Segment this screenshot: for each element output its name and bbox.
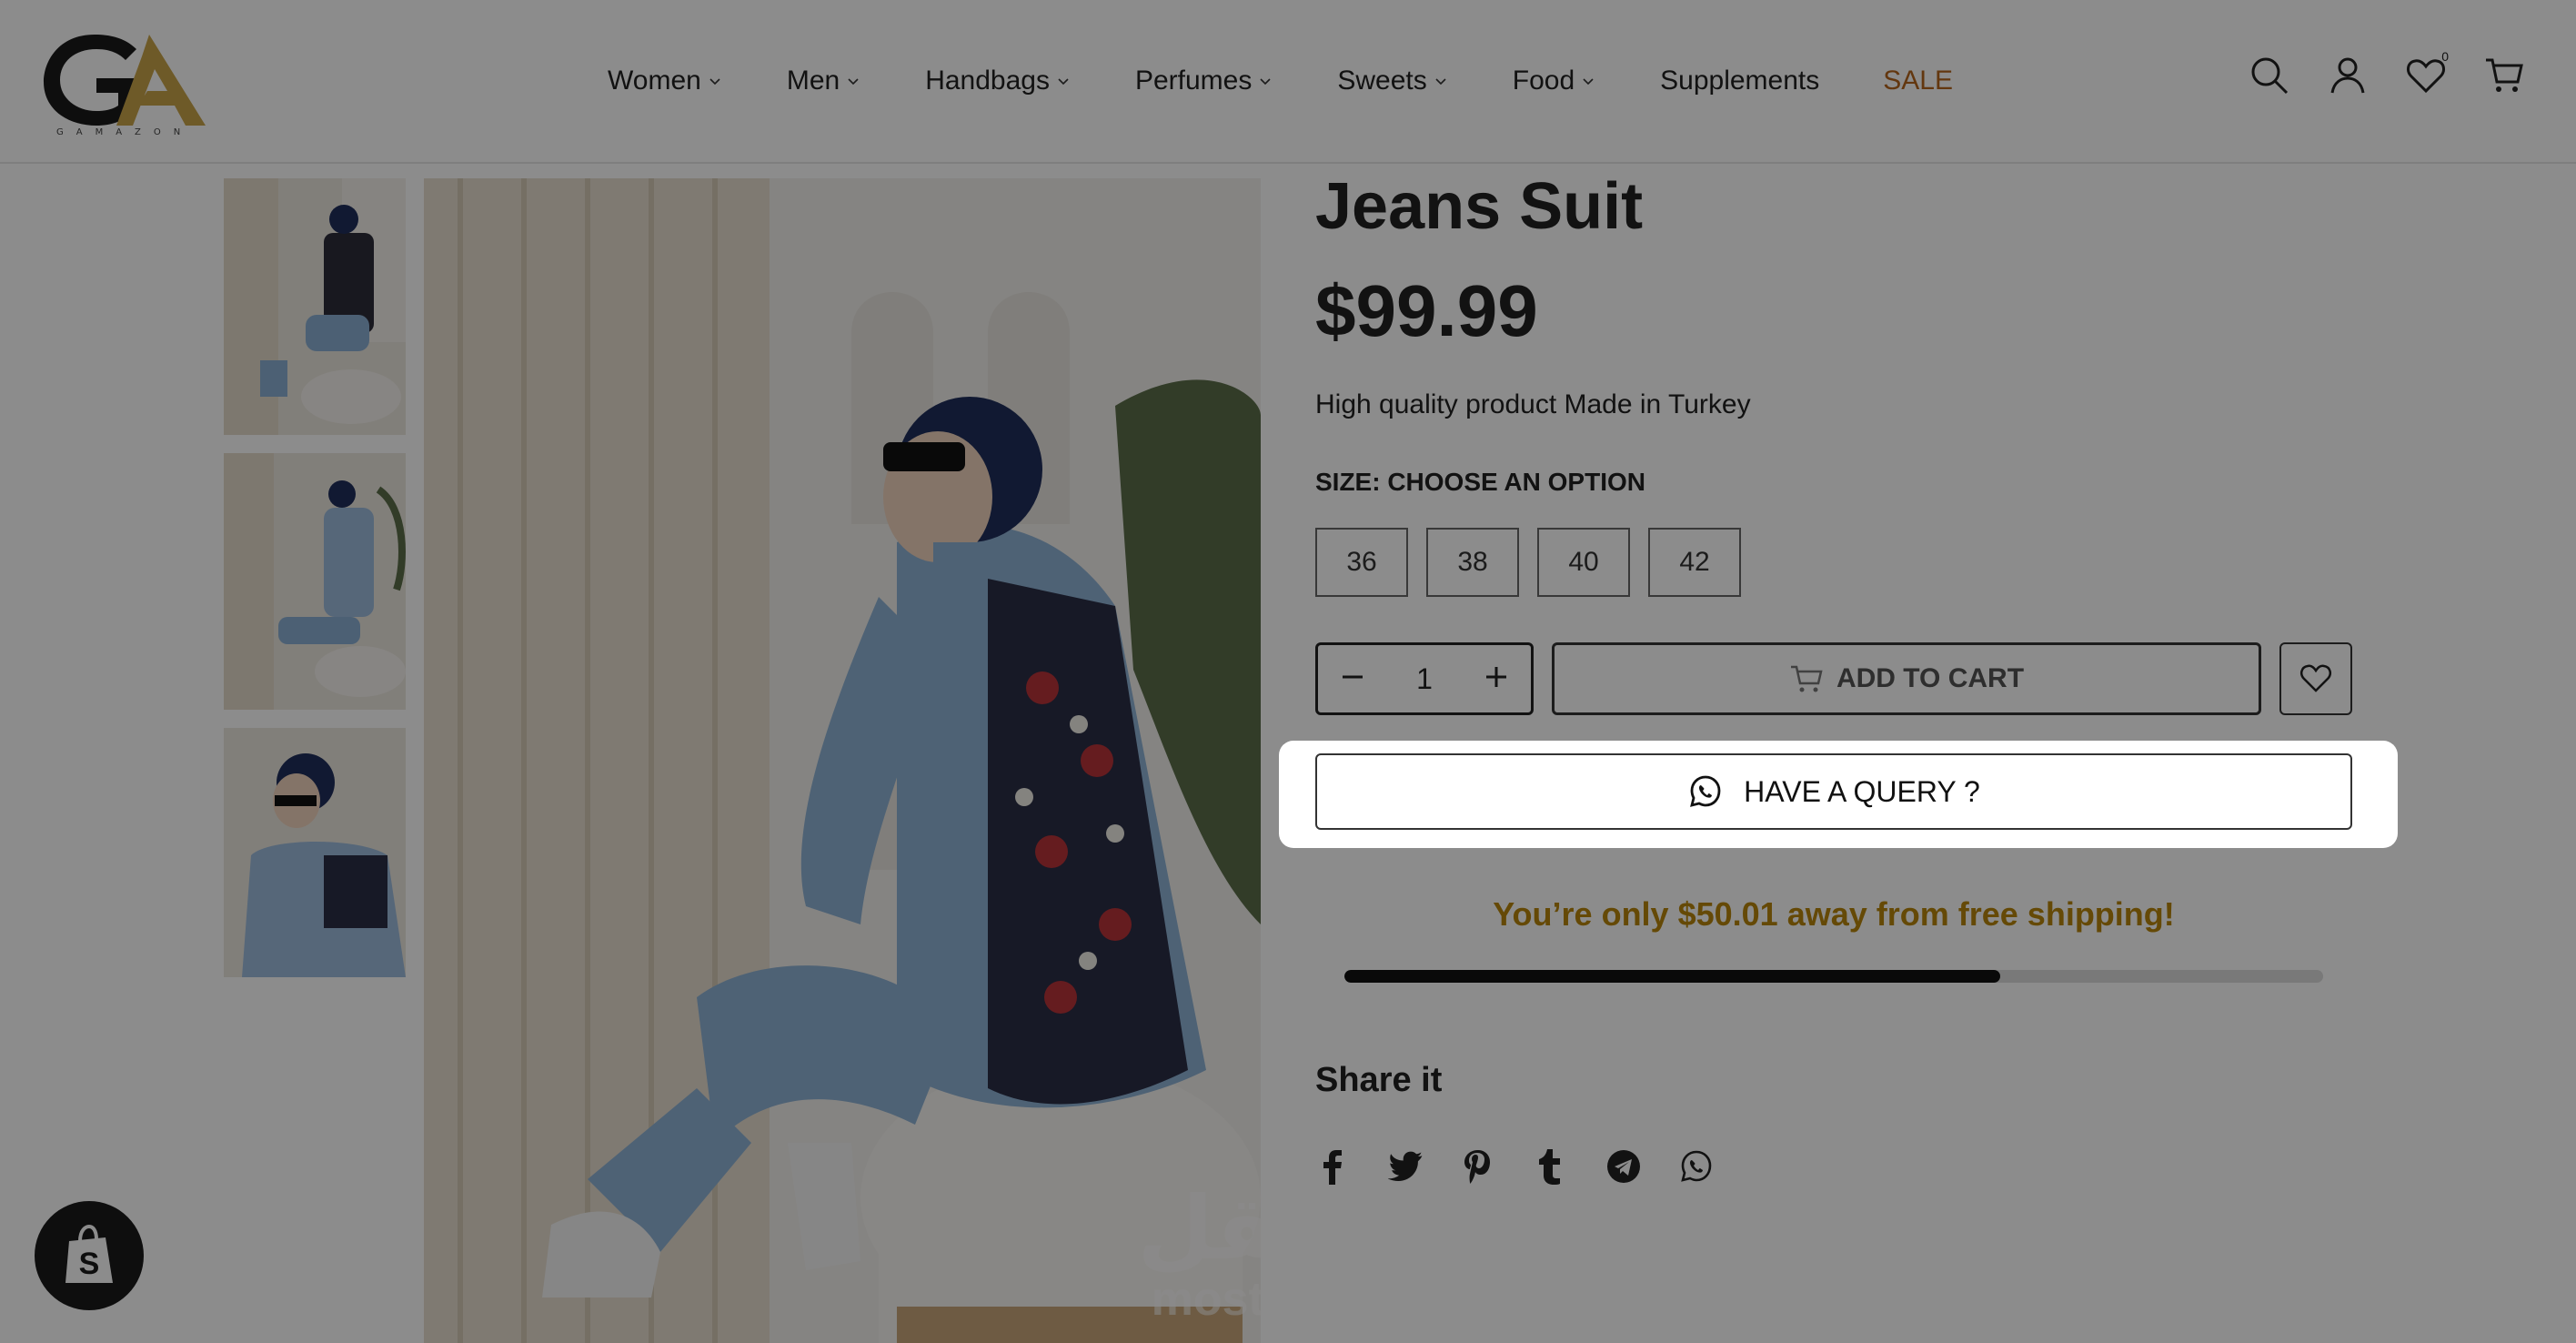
- thumbnail-3[interactable]: [224, 728, 406, 977]
- nav-label: Men: [786, 66, 840, 96]
- logo[interactable]: [40, 25, 213, 144]
- have-a-query-button[interactable]: HAVE A QUERY ?: [1315, 753, 2352, 830]
- size-option-42[interactable]: 42: [1648, 528, 1741, 597]
- chevron-down-icon: [1260, 78, 1271, 86]
- quantity-stepper: 1: [1315, 642, 1534, 715]
- pinterest-icon[interactable]: [1461, 1148, 1495, 1185]
- nav-label: Food: [1512, 66, 1575, 96]
- size-option-36[interactable]: 36: [1315, 528, 1408, 597]
- plus-icon: [1485, 667, 1506, 687]
- nav-men[interactable]: Men: [787, 66, 861, 96]
- search-icon[interactable]: [2249, 55, 2290, 96]
- shopify-badge[interactable]: S: [35, 1201, 144, 1310]
- increase-quantity-button[interactable]: [1478, 661, 1514, 697]
- nav-label: SALE: [1883, 66, 1953, 96]
- add-to-wishlist-button[interactable]: [2279, 642, 2352, 715]
- nav-label: Perfumes: [1134, 66, 1253, 96]
- free-shipping-progress-fill: [1344, 970, 2000, 983]
- logo-subtitle: GAMAZON: [56, 127, 194, 137]
- whatsapp-icon: [1690, 775, 1721, 807]
- free-shipping-message: You’re only $50.01 away from free shippi…: [1493, 895, 2175, 933]
- product-page: GAMAZON Women Men Handbags Perfumes Swee…: [0, 0, 2576, 1343]
- quantity-value[interactable]: 1: [1416, 662, 1433, 696]
- chevron-down-icon: [1058, 78, 1069, 86]
- size-label: SIZE: CHOOSE AN OPTION: [1315, 468, 1645, 496]
- add-to-cart-label: ADD TO CART: [1836, 663, 2025, 693]
- nav-sweets[interactable]: Sweets: [1337, 66, 1448, 96]
- header-icons: 0: [2249, 49, 2525, 96]
- chevron-down-icon: [709, 78, 720, 86]
- have-a-query-label: HAVE A QUERY ?: [1744, 774, 1980, 808]
- product-description: High quality product Made in Turkey: [1315, 389, 1751, 419]
- cart-icon[interactable]: [2483, 55, 2525, 96]
- wishlist-button[interactable]: 0: [2405, 49, 2449, 96]
- wishlist-count: 0: [2441, 49, 2449, 64]
- product-main-image[interactable]: [424, 178, 1261, 1343]
- size-options: 36 38 40 42: [1315, 528, 1741, 597]
- nav-label: Sweets: [1337, 66, 1427, 96]
- cart-icon: [1790, 665, 1823, 692]
- nav-food[interactable]: Food: [1513, 66, 1596, 96]
- heart-icon: [2299, 664, 2332, 692]
- minus-icon: [1343, 675, 1363, 679]
- heart-icon: [2407, 59, 2445, 94]
- decrease-quantity-button[interactable]: [1334, 661, 1371, 697]
- nav-label: Women: [608, 66, 701, 96]
- add-to-cart-button[interactable]: ADD TO CART: [1552, 642, 2261, 715]
- tumblr-icon[interactable]: [1534, 1148, 1568, 1185]
- product-price: $99.99: [1315, 270, 1538, 351]
- telegram-icon[interactable]: [1606, 1148, 1641, 1185]
- nav-supplements[interactable]: Supplements: [1660, 66, 1819, 96]
- account-icon[interactable]: [2327, 55, 2369, 96]
- nav-women[interactable]: Women: [608, 66, 723, 96]
- share-title: Share it: [1315, 1061, 1443, 1099]
- watermark: مستقل mostaql.com: [1133, 1183, 1461, 1325]
- shopify-bag-icon: S: [65, 1224, 113, 1283]
- chevron-down-icon: [848, 78, 859, 86]
- svg-text:S: S: [79, 1247, 100, 1281]
- watermark-arabic: مستقل: [1137, 1177, 1457, 1279]
- product-title: Jeans Suit: [1315, 170, 1644, 243]
- size-option-38[interactable]: 38: [1426, 528, 1519, 597]
- nav-sale[interactable]: SALE: [1883, 66, 1953, 96]
- thumbnail-1[interactable]: [224, 178, 406, 435]
- site-header: GAMAZON Women Men Handbags Perfumes Swee…: [0, 0, 2576, 164]
- nav-perfumes[interactable]: Perfumes: [1135, 66, 1273, 96]
- free-shipping-progress: [1344, 970, 2323, 983]
- nav-handbags[interactable]: Handbags: [925, 66, 1072, 96]
- size-option-40[interactable]: 40: [1537, 528, 1630, 597]
- chevron-down-icon: [1583, 78, 1594, 86]
- nav-label: Handbags: [925, 66, 1050, 96]
- thumbnail-2[interactable]: [224, 453, 406, 710]
- watermark-latin: mostaql.com: [1151, 1273, 1444, 1326]
- chevron-down-icon: [1435, 78, 1446, 86]
- main-nav: Women Men Handbags Perfumes Sweets Food …: [608, 58, 2017, 104]
- nav-label: Supplements: [1660, 66, 1820, 96]
- whatsapp-icon[interactable]: [1679, 1148, 1714, 1185]
